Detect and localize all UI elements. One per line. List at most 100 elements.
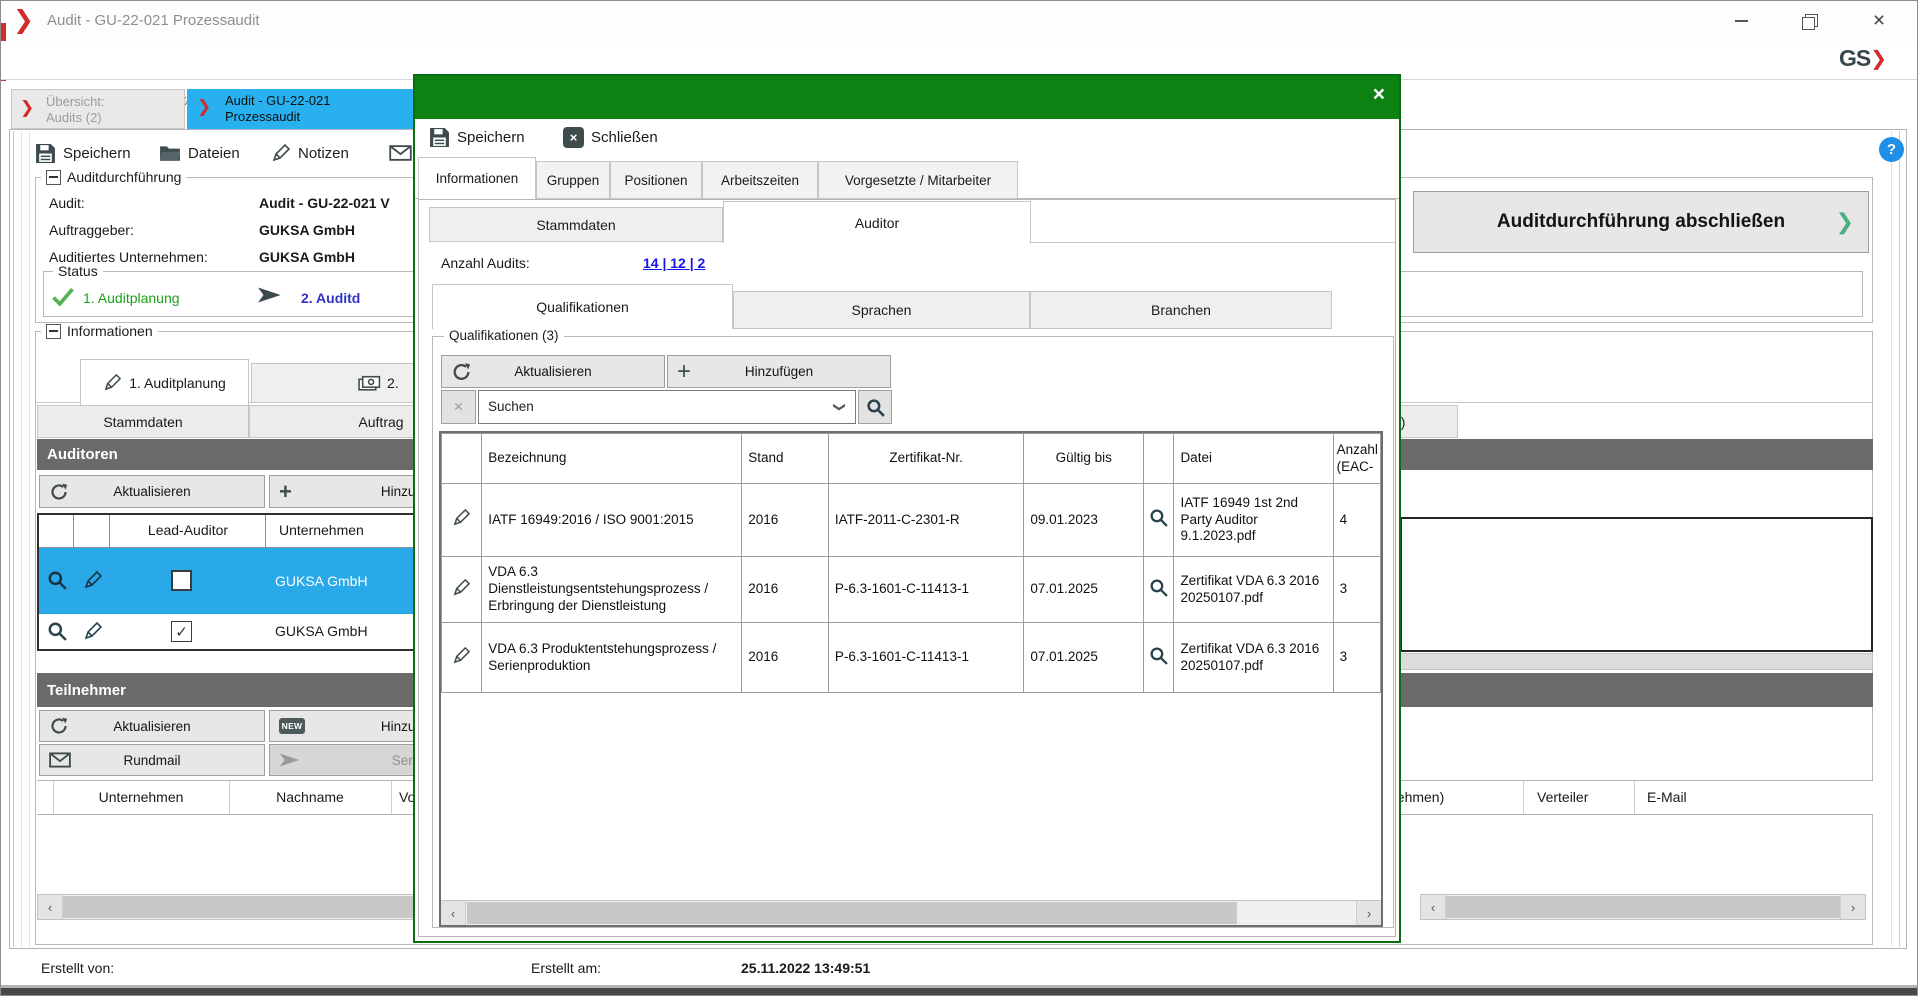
scroll-left-button[interactable]: ‹ (441, 901, 466, 925)
view-icon[interactable] (47, 570, 67, 590)
toolbar-save-button[interactable]: Speichern (35, 139, 131, 167)
collapse-icon[interactable] (46, 170, 61, 185)
dialog-close-button[interactable]: × (1373, 83, 1385, 107)
auditors-refresh-button[interactable]: Aktualisieren (39, 475, 265, 508)
qualification-row[interactable]: IATF 16949:2016 / ISO 9001:2015 2016 IAT… (442, 484, 1381, 557)
scroll-left-button[interactable]: ‹ (1421, 895, 1446, 919)
document-tab-overview[interactable]: ❯ Übersicht: Audits (2) (11, 89, 185, 129)
mail-icon (389, 145, 412, 161)
search-combobox[interactable]: Suchen ❯ (478, 390, 856, 424)
column-header-edit (442, 434, 482, 484)
tab-chevron-icon: ❯ (197, 97, 211, 117)
scroll-right-button[interactable]: › (1840, 895, 1865, 919)
dialog-tab-branchen[interactable]: Branchen (1030, 291, 1332, 329)
divider (1891, 131, 1892, 947)
toolbar-mail-button[interactable] (389, 139, 412, 167)
dialog-subtab-auditor[interactable]: Auditor (723, 201, 1031, 243)
participants-mail-button[interactable]: Rundmail (39, 744, 265, 776)
tab-label-line1: Audit - GU-22-021 (225, 93, 331, 108)
scrollbar-thumb[interactable] (1446, 896, 1840, 918)
dialog-tab-informationen[interactable]: Informationen (418, 157, 536, 199)
tab-auditplanung[interactable]: 1. Auditplanung (80, 359, 249, 405)
lead-auditor-checkbox[interactable]: ✓ (171, 621, 192, 642)
tab-label: Vorgesetzte / Mitarbeiter (845, 173, 991, 188)
scroll-right-icon: › (1367, 906, 1371, 921)
brand-text: GS (1839, 45, 1870, 72)
chevron-down-icon[interactable]: ❯ (833, 402, 847, 412)
column-header-cert: Zertifikat-Nr. (828, 434, 1023, 484)
edit-cell[interactable] (442, 484, 482, 557)
qualification-row[interactable]: VDA 6.3 Produktentstehungsprozess / Seri… (442, 623, 1381, 693)
column-header-distribution: Verteiler (1537, 789, 1588, 805)
qualification-row[interactable]: VDA 6.3 Dienstleistungsentstehungsprozes… (442, 557, 1381, 623)
scrollbar-thumb[interactable] (467, 902, 1237, 924)
toolbar-label: Speichern (63, 145, 131, 162)
dialog-tab-qualifikationen[interactable]: Qualifikationen (432, 284, 733, 329)
group-title: Informationen (67, 323, 153, 339)
close-button[interactable]: × (1849, 1, 1909, 41)
pen-icon (271, 143, 291, 163)
dialog-close-toolbar-button[interactable]: × Schließen (563, 127, 658, 148)
status-step-current: 2. Auditd (301, 290, 360, 306)
valid-cell: 07.01.2025 (1024, 557, 1144, 623)
column-header-lead: Lead-Auditor (111, 522, 265, 538)
maximize-button[interactable] (1781, 1, 1837, 41)
clear-icon: × (454, 397, 464, 417)
save-icon (35, 143, 56, 164)
qualifications-refresh-button[interactable]: Aktualisieren (441, 355, 665, 388)
right-list-scrollbar[interactable] (1400, 653, 1873, 670)
qualifications-add-button[interactable]: + Hinzufügen (667, 355, 891, 388)
created-at-value: 25.11.2022 13:49:51 (741, 960, 870, 976)
qualifications-table: Bezeichnung Stand Zertifikat-Nr. Gültig … (439, 431, 1383, 927)
lead-auditor-checkbox[interactable] (171, 570, 192, 591)
view-icon[interactable] (47, 621, 67, 641)
view-file-cell[interactable] (1144, 623, 1174, 693)
qualifications-group-label: Qualifikationen (3) (444, 328, 564, 343)
toolbar-notes-button[interactable]: Notizen (271, 139, 349, 167)
brand-logo: GS ❯ (1839, 45, 1887, 72)
dialog-tab-arbeitszeiten[interactable]: Arbeitszeiten (702, 161, 818, 199)
subtab-stammdaten-main[interactable]: Stammdaten (37, 405, 249, 438)
collapse-icon[interactable] (46, 324, 61, 339)
cert-cell: P-6.3-1601-C-11413-1 (828, 623, 1023, 693)
dialog-horizontal-scrollbar[interactable]: ‹ › (441, 900, 1381, 925)
finish-execution-button[interactable]: Auditdurchführung abschließen ❯ (1413, 191, 1869, 253)
restore-icon-back (1802, 17, 1815, 30)
edit-icon[interactable] (83, 570, 103, 590)
field-value: Audit - GU-22-021 V (259, 195, 390, 211)
dialog-save-button[interactable]: Speichern (429, 127, 525, 148)
dialog-tab-vorgesetzte[interactable]: Vorgesetzte / Mitarbeiter (818, 161, 1018, 199)
cert-cell: IATF-2011-C-2301-R (828, 484, 1023, 557)
help-button[interactable]: ? (1879, 137, 1904, 162)
refresh-icon (49, 482, 69, 502)
group-title: Auditdurchführung (67, 169, 181, 185)
dialog-titlebar[interactable]: × (415, 76, 1399, 119)
scroll-left-button[interactable]: ‹ (38, 895, 63, 919)
participants-refresh-button[interactable]: Aktualisieren (39, 710, 265, 742)
view-file-cell[interactable] (1144, 484, 1174, 557)
scrollbar-thumb[interactable] (63, 896, 413, 918)
minimize-button[interactable] (1713, 1, 1769, 41)
clear-search-button[interactable]: × (441, 390, 476, 424)
created-at-label: Erstellt am: (531, 960, 601, 976)
edit-icon[interactable] (83, 621, 103, 641)
dialog-subtab-stammdaten[interactable]: Stammdaten (429, 207, 723, 242)
edit-cell[interactable] (442, 623, 482, 693)
brand-chevron-icon: ❯ (1870, 46, 1887, 71)
edit-cell[interactable] (442, 557, 482, 623)
dialog-tab-sprachen[interactable]: Sprachen (733, 291, 1030, 329)
button-label: Aktualisieren (514, 364, 591, 379)
horizontal-scrollbar-right[interactable]: ‹ › (1420, 894, 1866, 920)
plus-icon: + (279, 479, 292, 505)
view-file-cell[interactable] (1144, 557, 1174, 623)
company-cell: GUKSA GmbH (275, 623, 368, 639)
button-label: Aktualisieren (113, 719, 190, 734)
scroll-right-button[interactable]: › (1356, 901, 1381, 925)
toolbar-files-button[interactable]: Dateien (159, 139, 240, 167)
button-label: Rundmail (123, 753, 180, 768)
cert-cell: P-6.3-1601-C-11413-1 (828, 557, 1023, 623)
dialog-tab-gruppen[interactable]: Gruppen (536, 161, 610, 199)
dialog-tab-positionen[interactable]: Positionen (610, 161, 702, 199)
search-button[interactable] (858, 390, 892, 424)
audits-count-link[interactable]: 14 | 12 | 2 (643, 255, 705, 271)
